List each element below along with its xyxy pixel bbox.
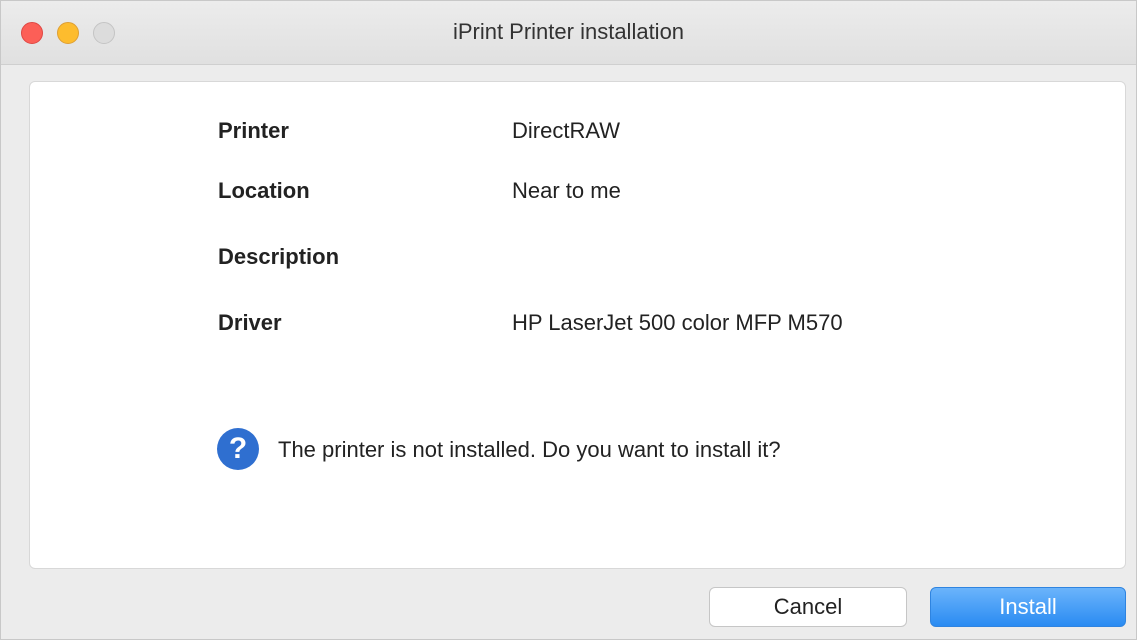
driver-value: HP LaserJet 500 color MFP M570 bbox=[512, 310, 843, 335]
question-icon: ? bbox=[217, 428, 259, 470]
location-label: Location bbox=[218, 178, 310, 203]
description-label: Description bbox=[218, 244, 340, 269]
window-title: iPrint Printer installation bbox=[452, 19, 685, 44]
cancel-button[interactable]: Cancel bbox=[709, 587, 907, 627]
install-button[interactable]: Install bbox=[930, 587, 1126, 627]
printer-details-panel: Printer DirectRAW Location Near to me De… bbox=[29, 81, 1126, 569]
install-prompt-message: The printer is not installed. Do you wan… bbox=[278, 437, 781, 462]
printer-label: Printer bbox=[218, 118, 289, 143]
dialog-window: iPrint Printer installation Printer Dire… bbox=[0, 0, 1137, 640]
title-bar[interactable]: iPrint Printer installation bbox=[1, 1, 1136, 65]
location-value: Near to me bbox=[512, 178, 621, 203]
driver-label: Driver bbox=[218, 310, 282, 335]
printer-value: DirectRAW bbox=[512, 118, 620, 143]
